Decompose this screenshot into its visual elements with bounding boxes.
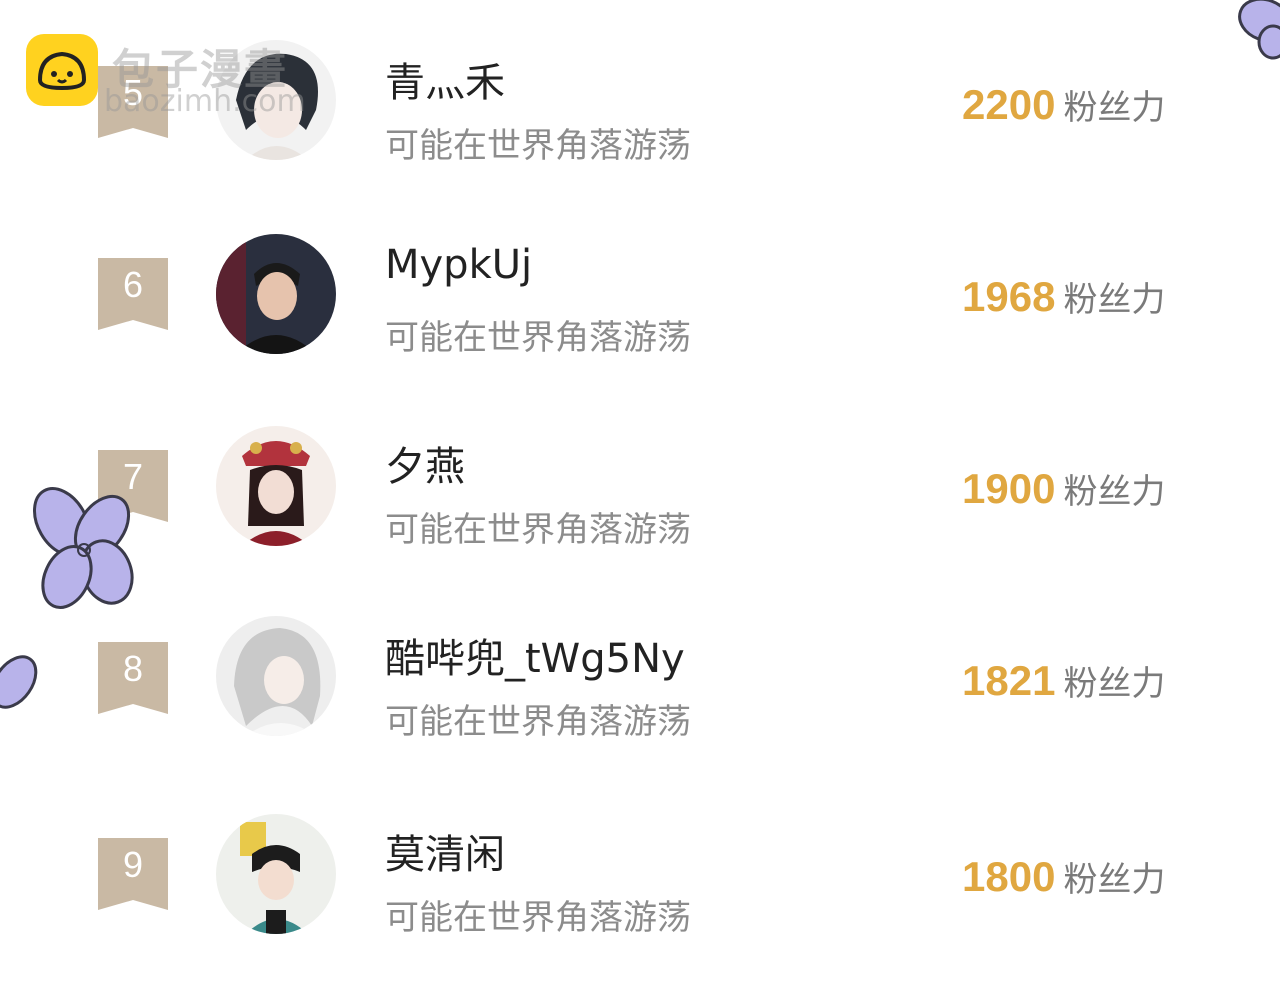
- fan-score: 1968 粉丝力: [962, 272, 1165, 321]
- user-status: 可能在世界角落游荡: [385, 702, 691, 742]
- fan-score: 1800 粉丝力: [962, 852, 1165, 901]
- ranking-row[interactable]: 8 酷哔兜_tWg5Ny 可能在世界角落游荡 1821 粉丝力: [0, 576, 1280, 768]
- user-name: 莫清闲: [385, 832, 505, 878]
- bun-logo-icon: [26, 34, 98, 106]
- score-unit: 粉丝力: [1063, 664, 1166, 704]
- avatar[interactable]: [216, 814, 336, 934]
- avatar[interactable]: [216, 426, 336, 546]
- rank-number: 9: [122, 844, 144, 885]
- rank-badge: 9: [98, 838, 168, 910]
- user-status: 可能在世界角落游荡: [385, 126, 691, 166]
- score-unit: 粉丝力: [1063, 472, 1166, 512]
- score-value: 1800: [962, 853, 1056, 900]
- user-status: 可能在世界角落游荡: [385, 510, 691, 550]
- ranking-row[interactable]: 7 夕燕 可能在世界角落游荡 1900 粉丝力: [0, 384, 1280, 576]
- ranking-row[interactable]: 6 MypkUj 可能在世界角落游荡 1968 粉丝力: [0, 192, 1280, 384]
- rank-badge: 8: [98, 642, 168, 714]
- fan-score: 1821 粉丝力: [962, 656, 1165, 705]
- score-value: 2200: [962, 81, 1056, 128]
- user-name: 夕燕: [385, 444, 465, 490]
- baozimh-watermark: 包子漫畫 baozimh.com: [26, 34, 346, 119]
- flower-decoration-icon: [33, 487, 134, 609]
- ranking-row[interactable]: 9 莫清闲 可能在世界角落游荡 1800 粉丝力: [0, 768, 1280, 960]
- fan-score: 2200 粉丝力: [962, 80, 1165, 129]
- score-unit: 粉丝力: [1063, 88, 1166, 128]
- watermark-en: baozimh.com: [104, 84, 306, 119]
- rank-number: 8: [122, 648, 144, 689]
- score-value: 1968: [962, 273, 1056, 320]
- user-name: 青灬禾: [385, 60, 505, 106]
- score-unit: 粉丝力: [1063, 280, 1166, 320]
- score-unit: 粉丝力: [1063, 860, 1166, 900]
- rank-number: 6: [122, 264, 144, 305]
- user-name: MypkUj: [385, 242, 533, 288]
- user-name: 酷哔兜_tWg5Ny: [385, 636, 685, 682]
- score-value: 1900: [962, 465, 1056, 512]
- score-value: 1821: [962, 657, 1056, 704]
- user-status: 可能在世界角落游荡: [385, 898, 691, 938]
- user-status: 可能在世界角落游荡: [385, 318, 691, 358]
- flower-corner-icon: [1238, 0, 1280, 60]
- avatar[interactable]: [216, 616, 336, 736]
- fan-score: 1900 粉丝力: [962, 464, 1165, 513]
- avatar[interactable]: [216, 234, 336, 354]
- flower-petal-icon: [0, 655, 38, 709]
- rank-badge: 6: [98, 258, 168, 330]
